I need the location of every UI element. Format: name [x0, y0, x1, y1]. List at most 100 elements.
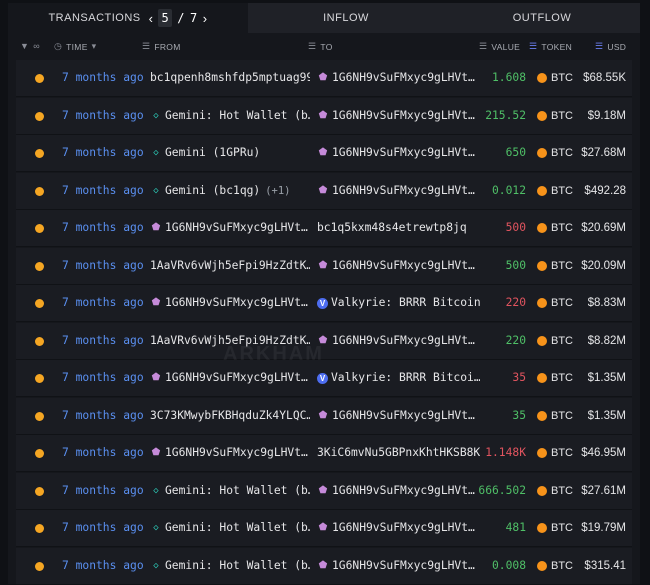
row-time[interactable]: 7 months ago	[62, 360, 144, 396]
tab-transactions[interactable]: TRANSACTIONS ‹ 5 / 7 ›	[8, 3, 248, 33]
table-row[interactable]: 7 months ago 1AaVRv6vWjh5eFpi9HzZdtK… ⬟ 1G6…	[16, 322, 632, 360]
row-token[interactable]: BTC	[537, 398, 573, 434]
bitcoin-icon	[537, 110, 547, 121]
row-token[interactable]: BTC	[537, 173, 573, 209]
row-token[interactable]: BTC	[537, 360, 573, 396]
row-from[interactable]: ◇ Gemini: Hot Wallet (b…	[150, 548, 310, 584]
row-token[interactable]: BTC	[537, 210, 573, 246]
row-to[interactable]: bc1q5kxm48s4etrewtp8jq	[317, 210, 480, 246]
row-from[interactable]: ◇ Gemini: Hot Wallet (b…	[150, 473, 310, 509]
header-token[interactable]: ☰ TOKEN	[529, 41, 572, 52]
table-row[interactable]: 7 months ago 1AaVRv6vWjh5eFpi9HzZdtK… ⬟ 1G6…	[16, 247, 632, 285]
row-token[interactable]: BTC	[537, 473, 573, 509]
sort-down-icon[interactable]: ▾	[92, 41, 97, 52]
row-from[interactable]: ◇ Gemini: Hot Wallet (b…	[150, 98, 310, 134]
table-row[interactable]: 7 months ago ⬟ 1G6NH9vSuFMxyc9gLHVt… bc1q5k…	[16, 210, 632, 247]
row-time[interactable]: 7 months ago	[62, 548, 144, 584]
btc-chain-icon	[35, 111, 44, 121]
header-value[interactable]: ☰ VALUE	[479, 41, 520, 52]
row-to[interactable]: ⬟ 1G6NH9vSuFMxyc9gLHVt…	[317, 135, 480, 171]
table-row[interactable]: 7 months ago ◇ Gemini (bc1qg) (+1) ⬟ 1G6NH9vS…	[16, 172, 632, 210]
row-to[interactable]: ⬟ 1G6NH9vSuFMxyc9gLHVt…	[317, 248, 480, 284]
table-row[interactable]: 7 months ago ◇ Gemini (1GPRu) ⬟ 1G6NH9vSuFMx…	[16, 135, 632, 172]
header-time[interactable]: ◷ TIME ▾	[54, 41, 97, 52]
row-time[interactable]: 7 months ago	[62, 173, 144, 209]
row-token[interactable]: BTC	[537, 285, 573, 321]
row-to[interactable]: V Valkyrie: BRRR Bitcoin	[317, 285, 480, 321]
row-time[interactable]: 7 months ago	[62, 135, 144, 171]
row-to[interactable]: ⬟ 1G6NH9vSuFMxyc9gLHVt…	[317, 548, 480, 584]
link-icon[interactable]: ∞	[33, 41, 40, 51]
row-time[interactable]: 7 months ago	[62, 248, 144, 284]
row-token[interactable]: BTC	[537, 323, 573, 359]
row-from[interactable]: ◇ Gemini (1GPRu)	[150, 135, 310, 171]
row-time[interactable]: 7 months ago	[62, 510, 144, 546]
gemini-icon: ◇	[153, 148, 159, 158]
filter-icon[interactable]: ☰	[529, 41, 537, 52]
row-time[interactable]: 7 months ago	[62, 285, 144, 321]
row-to[interactable]: V Valkyrie: BRRR Bitcoi…	[317, 360, 480, 396]
chevron-left-icon[interactable]: ‹	[149, 11, 154, 26]
filter-icon[interactable]: ☰	[479, 41, 487, 52]
header-to[interactable]: ☰ TO	[308, 41, 333, 52]
row-time[interactable]: 7 months ago	[62, 398, 144, 434]
row-time[interactable]: 7 months ago	[62, 210, 144, 246]
row-to[interactable]: ⬟ 1G6NH9vSuFMxyc9gLHVt…	[317, 173, 480, 209]
row-token[interactable]: BTC	[537, 548, 573, 584]
row-from[interactable]: ◇ Gemini (bc1qg) (+1)	[150, 173, 310, 209]
row-time[interactable]: 7 months ago	[62, 435, 144, 471]
filter-icon[interactable]: ☰	[142, 41, 150, 52]
chevron-right-icon[interactable]: ›	[203, 11, 208, 26]
row-from[interactable]: ⬟ 1G6NH9vSuFMxyc9gLHVt…	[150, 435, 310, 471]
row-from[interactable]: 3C73KMwybFKBHqduZk4YLQC…	[150, 398, 310, 434]
row-time[interactable]: 7 months ago	[62, 60, 144, 96]
table-row[interactable]: 7 months ago ◇ Gemini: Hot Wallet (b… ⬟ 1G6N…	[16, 510, 632, 547]
row-to[interactable]: ⬟ 1G6NH9vSuFMxyc9gLHVt…	[317, 510, 480, 546]
pentagon-icon: ⬟	[318, 184, 328, 196]
row-token[interactable]: BTC	[537, 510, 573, 546]
filter-icon[interactable]: ☰	[595, 41, 603, 52]
table-row[interactable]: 7 months ago ⬟ 1G6NH9vSuFMxyc9gLHVt… 3KiC6m…	[16, 435, 632, 472]
filter-icon[interactable]: ▼	[20, 41, 29, 51]
row-token[interactable]: BTC	[537, 60, 573, 96]
row-to[interactable]: ⬟ 1G6NH9vSuFMxyc9gLHVt…	[317, 473, 480, 509]
table-row[interactable]: 7 months ago ⬟ 1G6NH9vSuFMxyc9gLHVt… V Valky…	[16, 285, 632, 322]
filter-icon[interactable]: ☰	[308, 41, 316, 52]
table-row[interactable]: 7 months ago ◇ Gemini: Hot Wallet (b… ⬟ 1G6N…	[16, 547, 632, 585]
table-row[interactable]: 7 months ago ⬟ 1G6NH9vSuFMxyc9gLHVt… V Valky…	[16, 360, 632, 397]
header-from[interactable]: ☰ FROM	[142, 41, 181, 52]
row-from[interactable]: bc1qpenh8mshfdp5mptuag99u	[150, 60, 310, 96]
table-row[interactable]: 7 months ago ◇ Gemini: Hot Wallet (b… ⬟ 1G6N…	[16, 97, 632, 135]
row-to[interactable]: ⬟ 1G6NH9vSuFMxyc9gLHVt…	[317, 60, 480, 96]
row-from[interactable]: ◇ Gemini: Hot Wallet (b…	[150, 510, 310, 546]
row-from[interactable]: 1AaVRv6vWjh5eFpi9HzZdtK…	[150, 323, 310, 359]
row-token-label: BTC	[551, 334, 573, 347]
row-from[interactable]: ⬟ 1G6NH9vSuFMxyc9gLHVt…	[150, 285, 310, 321]
row-token[interactable]: BTC	[537, 135, 573, 171]
row-token[interactable]: BTC	[537, 248, 573, 284]
row-to[interactable]: 3KiC6mvNu5GBPnxKhtHKSB8Km	[317, 435, 480, 471]
table-row[interactable]: 7 months ago bc1qpenh8mshfdp5mptuag99u ⬟ 1G…	[16, 60, 632, 97]
row-usd: $1.35M	[587, 409, 626, 422]
row-to[interactable]: ⬟ 1G6NH9vSuFMxyc9gLHVt…	[317, 98, 480, 134]
row-from[interactable]: 1AaVRv6vWjh5eFpi9HzZdtK…	[150, 248, 310, 284]
row-from-label: 3C73KMwybFKBHqduZk4YLQC…	[150, 408, 310, 422]
gemini-icon: ◇	[153, 110, 159, 121]
row-to[interactable]: ⬟ 1G6NH9vSuFMxyc9gLHVt…	[317, 323, 480, 359]
row-to[interactable]: ⬟ 1G6NH9vSuFMxyc9gLHVt…	[317, 398, 480, 434]
table-row[interactable]: 7 months ago 3C73KMwybFKBHqduZk4YLQC… ⬟ 1G6…	[16, 397, 632, 435]
row-from[interactable]: ⬟ 1G6NH9vSuFMxyc9gLHVt…	[150, 360, 310, 396]
row-from-extra: (+1)	[265, 184, 291, 197]
header-usd[interactable]: ☰ USD	[595, 41, 626, 52]
table-row[interactable]: 7 months ago ◇ Gemini: Hot Wallet (b… ⬟ 1G6N…	[16, 472, 632, 510]
tab-inflow[interactable]: INFLOW	[248, 3, 444, 33]
row-from[interactable]: ⬟ 1G6NH9vSuFMxyc9gLHVt…	[150, 210, 310, 246]
row-token[interactable]: BTC	[537, 98, 573, 134]
row-token[interactable]: BTC	[537, 435, 573, 471]
tab-outflow[interactable]: OUTFLOW	[444, 3, 640, 33]
row-time[interactable]: 7 months ago	[62, 473, 144, 509]
row-time[interactable]: 7 months ago	[62, 98, 144, 134]
row-usd: $68.55K	[583, 72, 626, 84]
row-token-label: BTC	[551, 147, 573, 159]
row-time[interactable]: 7 months ago	[62, 323, 144, 359]
